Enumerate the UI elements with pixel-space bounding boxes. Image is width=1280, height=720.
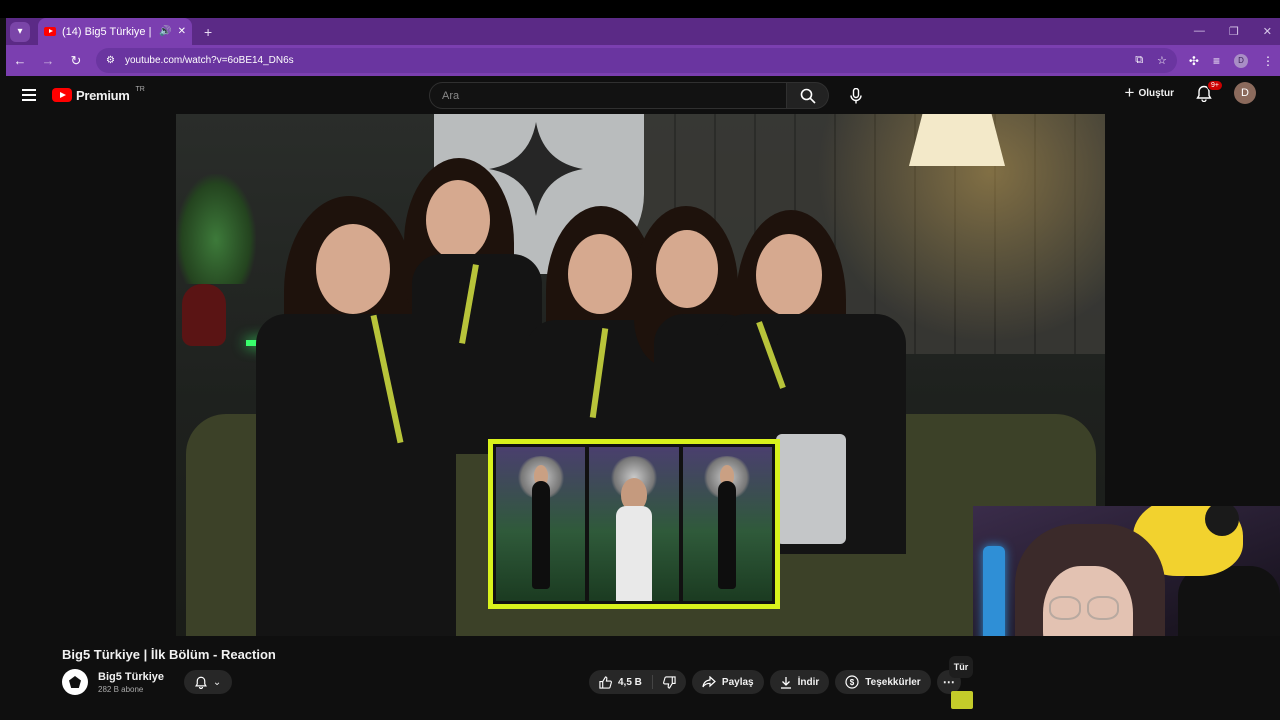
recommended-video-thumbnail[interactable] — [951, 691, 973, 709]
download-button[interactable]: İndir — [769, 670, 830, 694]
site-info-icon[interactable]: ⚙ — [106, 55, 115, 66]
download-label: İndir — [797, 676, 820, 688]
share-button[interactable]: Paylaş — [691, 670, 764, 694]
forward-button[interactable]: → — [40, 53, 56, 68]
logo-text: Premium — [76, 87, 130, 103]
super-thanks-icon: $ — [845, 675, 859, 689]
like-count: 4,5 B — [618, 676, 642, 688]
plus-icon: + — [1124, 83, 1135, 102]
youtube-favicon-icon — [44, 27, 56, 36]
close-tab-icon[interactable]: ✕ — [178, 26, 186, 37]
dance-frame-3 — [682, 447, 772, 601]
dislike-button[interactable] — [653, 675, 686, 689]
tab-search-button[interactable]: ▾ — [10, 21, 30, 42]
channel-avatar[interactable] — [62, 669, 88, 695]
voice-search-button[interactable] — [842, 82, 869, 109]
like-dislike-group: 4,5 B — [589, 670, 686, 694]
download-icon — [780, 676, 791, 689]
search-icon — [800, 88, 816, 104]
chevron-down-icon: ⌄ — [212, 676, 222, 688]
create-button[interactable]: + Oluştur — [1125, 83, 1175, 103]
svg-text:$: $ — [850, 678, 855, 687]
channel-name[interactable]: Big5 Türkiye — [98, 671, 164, 683]
url-text: youtube.com/watch?v=6oBE14_DN6s — [124, 55, 294, 66]
thumbs-down-icon — [662, 675, 676, 689]
video-player[interactable] — [6, 114, 1280, 720]
new-tab-button[interactable]: + — [204, 24, 212, 40]
screen-top-strip — [0, 0, 1280, 18]
search-bar — [429, 82, 829, 109]
profile-button[interactable]: D — [1234, 53, 1248, 68]
subscriber-count: 282 B abone — [98, 684, 144, 694]
address-bar[interactable]: ⚙ youtube.com/watch?v=6oBE14_DN6s ⧉ ☆ — [96, 48, 1177, 73]
notifications-button[interactable]: 9+ — [1194, 80, 1223, 103]
browser-toolbar: ← → ↻ ⚙ youtube.com/watch?v=6oBE14_DN6s … — [6, 45, 1280, 76]
bell-icon — [194, 676, 207, 689]
share-label: Paylaş — [721, 676, 754, 688]
close-window-button[interactable]: ✕ — [1263, 25, 1272, 38]
video-actions: 4,5 B Paylaş İndir $ Teşekkürler ⋯ — [589, 670, 961, 694]
search-button[interactable] — [787, 82, 829, 109]
recommendation-filter-chip[interactable]: Tür — [949, 656, 973, 678]
reload-button[interactable]: ↻ — [68, 53, 84, 69]
video-frame[interactable] — [176, 114, 1105, 636]
back-button[interactable]: ← — [12, 53, 28, 68]
subscription-notifications-button[interactable]: ⌄ — [184, 670, 233, 694]
thanks-button[interactable]: $ Teşekkürler — [835, 670, 931, 694]
bookmark-star-icon[interactable]: ☆ — [1157, 54, 1167, 67]
minimize-button[interactable]: — — [1194, 25, 1205, 38]
browser-tab-active[interactable]: (14) Big5 Türkiye | İlk Bölüm 🔊 ✕ — [38, 18, 192, 45]
youtube-header: Premium TR + Oluştur 9+ D — [6, 76, 1280, 114]
dance-frame-2 — [589, 447, 679, 601]
browser-tab-bar: ▾ (14) Big5 Türkiye | İlk Bölüm 🔊 ✕ + — … — [6, 18, 1280, 45]
glasses-right — [1087, 596, 1119, 620]
youtube-play-logo-icon — [52, 88, 72, 102]
notification-count-badge: 9+ — [1207, 80, 1223, 91]
create-label: Oluştur — [1138, 87, 1174, 99]
extensions-icon[interactable]: ✣ — [1189, 54, 1199, 68]
speaker-icon[interactable]: 🔊 — [159, 26, 171, 37]
thanks-label: Teşekkürler — [865, 676, 921, 688]
video-info-section: Big5 Türkiye | İlk Bölüm - Reaction Big5… — [6, 636, 1280, 720]
like-button[interactable]: 4,5 B — [589, 675, 653, 689]
vase-decoration — [182, 284, 226, 346]
microphone-icon — [849, 87, 862, 103]
youtube-premium-logo[interactable]: Premium TR — [52, 85, 145, 103]
restore-button[interactable]: ❐ — [1229, 25, 1239, 38]
floor-lamp — [909, 114, 1005, 166]
laptop — [776, 434, 846, 544]
video-title: Big5 Türkiye | İlk Bölüm - Reaction — [62, 647, 276, 662]
menu-hamburger-icon[interactable] — [22, 89, 36, 101]
browser-menu-icon[interactable]: ⋮ — [1262, 54, 1274, 68]
install-app-icon[interactable]: ⧉ — [1135, 54, 1143, 67]
channel-row: Big5 Türkiye 282 B abone ⌄ — [62, 669, 233, 695]
thumbs-up-icon — [599, 675, 612, 689]
logo-region: TR — [135, 85, 145, 93]
account-avatar[interactable]: D — [1234, 82, 1256, 104]
search-input[interactable] — [429, 82, 787, 109]
plant-decoration — [176, 174, 256, 284]
media-controls-icon[interactable]: ≡ — [1213, 54, 1220, 68]
dance-frame-1 — [496, 447, 586, 601]
tab-title: (14) Big5 Türkiye | İlk Bölüm — [62, 25, 153, 38]
glasses-left — [1049, 596, 1081, 620]
inset-dance-clip — [488, 439, 780, 609]
share-icon — [702, 676, 716, 688]
